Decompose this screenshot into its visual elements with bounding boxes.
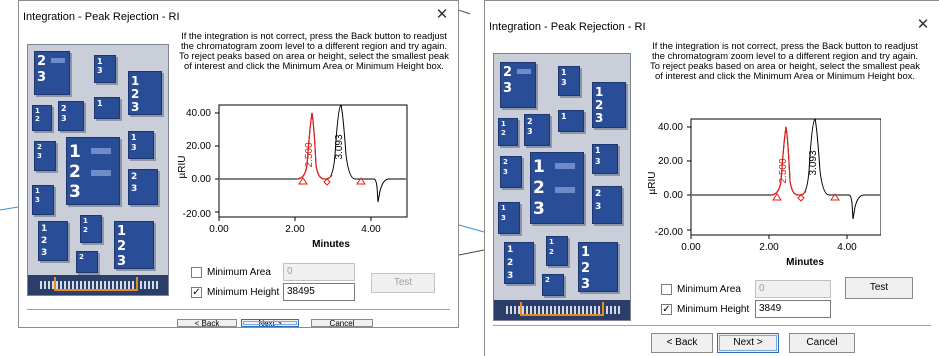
document-tile: 23	[58, 101, 84, 131]
minimum-area-input[interactable]: 0	[755, 280, 831, 298]
title-bar: Integration - Peak Rejection - RI ✕	[485, 1, 939, 34]
document-tile: 23	[34, 141, 56, 171]
minimum-height-input[interactable]: 38495	[283, 283, 355, 301]
document-tile: 13	[94, 55, 116, 83]
document-tile: 1	[94, 97, 120, 119]
dialog-title: Integration - Peak Rejection - RI	[23, 11, 180, 23]
minimum-height-input[interactable]: 3849	[755, 300, 831, 318]
chromatogram-chart: 40.00 20.00 0.00 -20.00 0.00 2.00 4.00 M…	[177, 104, 408, 250]
document-tile: 12	[80, 215, 102, 243]
document-tile: 13	[32, 185, 54, 215]
close-icon[interactable]: ✕	[434, 7, 450, 23]
document-tile: 123	[114, 221, 154, 269]
minimum-area-label: Minimum Area	[677, 284, 741, 295]
y-tick-label: 0.00	[192, 174, 212, 185]
minimum-area-checkbox[interactable]	[661, 284, 672, 295]
document-tile: 2	[542, 274, 564, 296]
x-tick-label: 4.00	[837, 242, 857, 253]
document-tile: 23	[500, 62, 536, 108]
wizard-illustration: 23 13 123 12 23 1 23 123 13 13 23 123 12…	[27, 44, 169, 296]
instruction-line: of interest and click the Minimum Area o…	[655, 70, 915, 81]
document-tile: 123	[38, 221, 68, 261]
document-tile: 123	[530, 152, 584, 224]
document-tile: 13	[128, 131, 154, 159]
test-button[interactable]: Test	[845, 277, 913, 299]
peak-label: 2.500	[304, 142, 315, 167]
next-button[interactable]: Next >	[717, 333, 779, 353]
peak-label: 3.093	[334, 134, 345, 159]
minimum-area-input[interactable]: 0	[283, 263, 355, 281]
x-tick-label: 0.00	[681, 242, 701, 253]
peak-label: 3.093	[808, 150, 819, 175]
minimum-area-label: Minimum Area	[207, 267, 271, 278]
y-tick-label: 0.00	[664, 190, 684, 201]
document-tile: 23	[34, 51, 70, 95]
document-tile: 12	[32, 105, 52, 131]
document-tile: 2	[76, 251, 98, 273]
x-axis-label: Minutes	[786, 257, 824, 268]
instructions-text: If the integration is not correct, press…	[637, 41, 933, 81]
minimum-area-checkbox[interactable]	[191, 267, 202, 278]
document-tile: 123	[578, 242, 618, 292]
document-tile: 23	[524, 114, 550, 146]
close-icon[interactable]: ✕	[915, 17, 931, 33]
y-tick-label: 40.00	[186, 108, 211, 119]
title-bar: Integration - Peak Rejection - RI ✕	[19, 1, 458, 29]
peak-rejection-dialog-left: Integration - Peak Rejection - RI ✕ 23 1…	[18, 0, 459, 328]
dialog-title: Integration - Peak Rejection - RI	[489, 21, 646, 33]
cancel-button[interactable]: Cancel	[311, 319, 373, 328]
document-tile: 13	[558, 66, 580, 96]
chromatogram-chart: 40.00 20.00 0.00 -20.00 0.00 2.00 4.00 M…	[647, 118, 881, 268]
document-tile: 13	[498, 202, 520, 234]
chip-illustration	[494, 300, 630, 320]
chip-illustration	[28, 275, 168, 295]
document-tile: 23	[128, 169, 158, 205]
next-button[interactable]: Next >	[241, 319, 299, 328]
test-button[interactable]: Test	[371, 273, 435, 293]
document-tile: 123	[504, 242, 534, 284]
separator	[27, 309, 450, 311]
document-tile: 123	[66, 137, 120, 205]
back-button[interactable]: < Back	[651, 333, 713, 353]
y-tick-label: -20.00	[655, 227, 684, 238]
instruction-line: of interest and click the Minimum Area o…	[184, 60, 444, 71]
document-tile: 123	[592, 82, 626, 128]
y-axis-label: µRIU	[177, 156, 188, 179]
y-tick-label: 20.00	[186, 141, 211, 152]
x-axis-label: Minutes	[312, 239, 350, 250]
document-tile: 12	[498, 118, 518, 146]
minimum-height-checkbox[interactable]: ✓	[661, 304, 672, 315]
minimum-height-checkbox[interactable]: ✓	[191, 287, 202, 298]
peak-rejection-dialog-right: Integration - Peak Rejection - RI ✕ 23 1…	[484, 0, 939, 356]
x-tick-label: 2.00	[285, 224, 305, 235]
document-tile: 12	[546, 236, 568, 266]
document-tile: 123	[128, 71, 162, 115]
document-tile: 23	[592, 186, 622, 224]
minimum-height-label: Minimum Height	[677, 304, 750, 315]
x-tick-label: 4.00	[361, 224, 381, 235]
check-icon: ✓	[662, 304, 671, 315]
y-tick-label: 20.00	[658, 156, 683, 167]
check-icon: ✓	[192, 287, 201, 298]
minimum-height-label: Minimum Height	[207, 287, 280, 298]
peak-label: 2.500	[778, 158, 789, 183]
y-tick-label: 40.00	[658, 122, 683, 133]
instructions-text: If the integration is not correct, press…	[171, 31, 457, 71]
y-tick-label: -20.00	[183, 209, 212, 220]
document-tile: 23	[500, 156, 522, 188]
back-button[interactable]: < Back	[177, 319, 237, 328]
x-tick-label: 0.00	[209, 224, 229, 235]
separator	[493, 325, 931, 327]
wizard-illustration: 23 13 123 12 23 1 23 123 13 13 23 123 12…	[493, 53, 631, 321]
cancel-button[interactable]: Cancel	[789, 333, 855, 353]
y-axis-label: µRIU	[647, 172, 658, 195]
document-tile: 13	[592, 144, 618, 174]
document-tile: 1	[558, 110, 584, 132]
x-tick-label: 2.00	[759, 242, 779, 253]
